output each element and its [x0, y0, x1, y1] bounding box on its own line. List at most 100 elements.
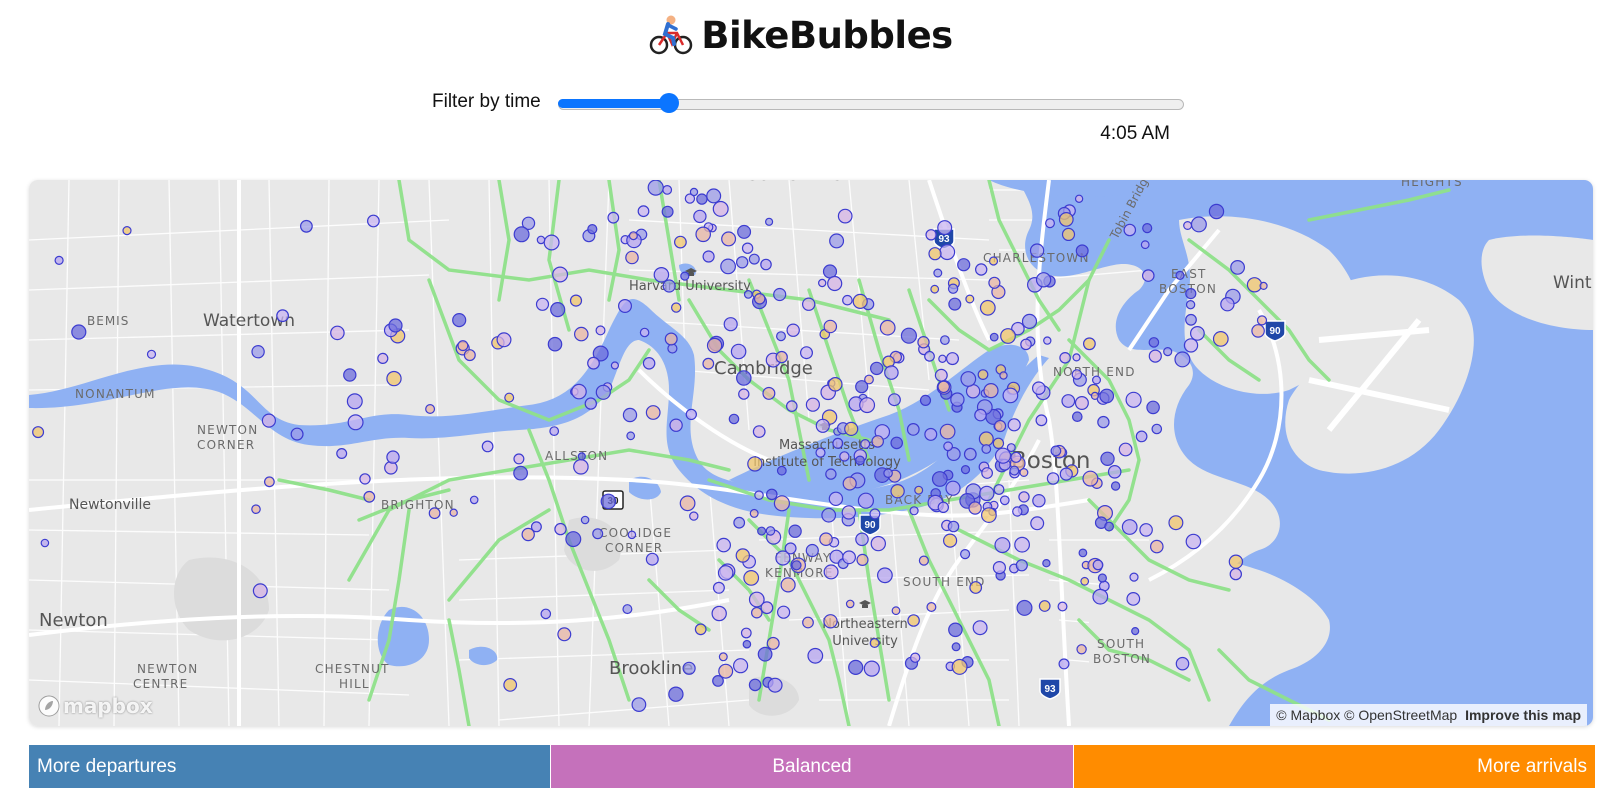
station-bubble[interactable]	[625, 250, 639, 265]
station-bubble[interactable]	[628, 231, 638, 241]
station-bubble[interactable]	[1146, 400, 1160, 415]
station-bubble[interactable]	[1072, 411, 1083, 422]
station-bubble[interactable]	[1074, 194, 1084, 203]
station-bubble[interactable]	[463, 349, 476, 362]
station-bubble[interactable]	[300, 219, 313, 233]
station-bubble[interactable]	[336, 448, 348, 460]
station-bubble[interactable]	[1097, 573, 1108, 583]
station-bubble[interactable]	[122, 225, 132, 236]
station-bubble[interactable]	[449, 508, 458, 517]
station-bubble[interactable]	[937, 501, 950, 513]
station-bubble[interactable]	[1104, 521, 1114, 532]
station-bubble[interactable]	[775, 350, 788, 364]
station-bubble[interactable]	[1118, 442, 1133, 457]
slider-thumb[interactable]	[659, 93, 680, 113]
station-bubble[interactable]	[747, 456, 763, 472]
station-bubble[interactable]	[535, 297, 550, 311]
station-bubble[interactable]	[859, 397, 876, 414]
station-bubble[interactable]	[1043, 336, 1052, 345]
station-bubble[interactable]	[981, 444, 992, 454]
station-bubble[interactable]	[668, 686, 684, 702]
station-bubble[interactable]	[723, 317, 738, 332]
station-bubble[interactable]	[469, 495, 479, 505]
station-bubble[interactable]	[735, 370, 752, 386]
station-bubble[interactable]	[823, 614, 838, 629]
station-bubble[interactable]	[1110, 481, 1121, 491]
station-bubble[interactable]	[1175, 270, 1185, 281]
station-bubble[interactable]	[1029, 243, 1045, 258]
station-bubble[interactable]	[1044, 218, 1055, 229]
station-bubble[interactable]	[741, 242, 754, 254]
station-bubble[interactable]	[988, 276, 1001, 289]
station-bubble[interactable]	[711, 605, 727, 622]
station-bubble[interactable]	[738, 388, 750, 400]
station-bubble[interactable]	[890, 436, 903, 450]
station-bubble[interactable]	[1168, 515, 1184, 531]
station-bubble[interactable]	[791, 560, 802, 571]
station-bubble[interactable]	[622, 407, 638, 423]
station-bubble[interactable]	[914, 485, 924, 495]
station-bubble[interactable]	[773, 495, 791, 512]
station-bubble[interactable]	[981, 507, 997, 524]
station-bubble[interactable]	[1185, 533, 1202, 550]
station-bubble[interactable]	[972, 620, 988, 636]
station-bubble[interactable]	[1018, 491, 1030, 503]
station-bubble[interactable]	[503, 678, 518, 692]
station-bubble[interactable]	[721, 231, 737, 247]
station-bubble[interactable]	[674, 235, 687, 249]
station-bubble[interactable]	[622, 604, 633, 615]
station-bubble[interactable]	[981, 467, 993, 479]
station-bubble[interactable]	[1150, 539, 1164, 554]
station-bubble[interactable]	[717, 565, 734, 581]
station-bubble[interactable]	[536, 235, 546, 245]
station-bubble[interactable]	[1000, 328, 1016, 344]
station-bubble[interactable]	[925, 229, 937, 241]
station-bubble[interactable]	[530, 521, 542, 533]
station-bubble[interactable]	[879, 319, 896, 336]
station-bubble[interactable]	[960, 465, 971, 475]
station-bubble[interactable]	[780, 577, 796, 593]
station-bubble[interactable]	[948, 622, 963, 638]
station-bubble[interactable]	[695, 226, 711, 243]
station-bubble[interactable]	[617, 298, 632, 313]
station-bubble[interactable]	[753, 293, 766, 305]
station-bubble[interactable]	[1151, 423, 1163, 435]
station-bubble[interactable]	[841, 505, 857, 520]
station-bubble[interactable]	[733, 516, 746, 529]
station-bubble[interactable]	[909, 506, 919, 516]
station-bubble[interactable]	[1050, 445, 1062, 457]
station-bubble[interactable]	[1061, 227, 1076, 242]
station-bubble[interactable]	[1123, 223, 1137, 237]
station-bubble[interactable]	[869, 508, 881, 520]
station-bubble[interactable]	[891, 606, 901, 616]
station-bubble[interactable]	[869, 638, 880, 649]
station-bubble[interactable]	[1229, 567, 1243, 581]
station-bubble[interactable]	[554, 522, 567, 536]
station-bubble[interactable]	[592, 528, 604, 540]
station-bubble[interactable]	[855, 455, 865, 466]
station-bubble[interactable]	[765, 488, 778, 501]
station-bubble[interactable]	[752, 425, 766, 439]
station-bubble[interactable]	[496, 332, 512, 348]
station-bubble[interactable]	[963, 447, 977, 461]
station-bubble[interactable]	[1058, 212, 1074, 227]
station-bubble[interactable]	[883, 468, 893, 478]
station-bubble[interactable]	[631, 697, 647, 712]
station-bubble[interactable]	[694, 623, 707, 636]
station-bubble[interactable]	[926, 602, 937, 613]
station-bubble[interactable]	[988, 256, 999, 266]
station-bubble[interactable]	[1071, 369, 1083, 380]
station-bubble[interactable]	[960, 371, 977, 387]
station-bubble[interactable]	[855, 532, 869, 547]
station-bubble[interactable]	[1126, 592, 1141, 606]
station-bubble[interactable]	[969, 581, 983, 594]
station-bubble[interactable]	[844, 421, 859, 436]
station-bubble[interactable]	[877, 567, 893, 584]
station-bubble[interactable]	[839, 451, 850, 462]
station-bubble[interactable]	[1140, 240, 1150, 250]
station-bubble[interactable]	[884, 365, 899, 380]
station-bubble[interactable]	[1185, 287, 1197, 300]
station-bubble[interactable]	[680, 271, 690, 281]
station-bubble[interactable]	[347, 414, 364, 431]
time-filter-slider[interactable]	[558, 93, 1184, 113]
